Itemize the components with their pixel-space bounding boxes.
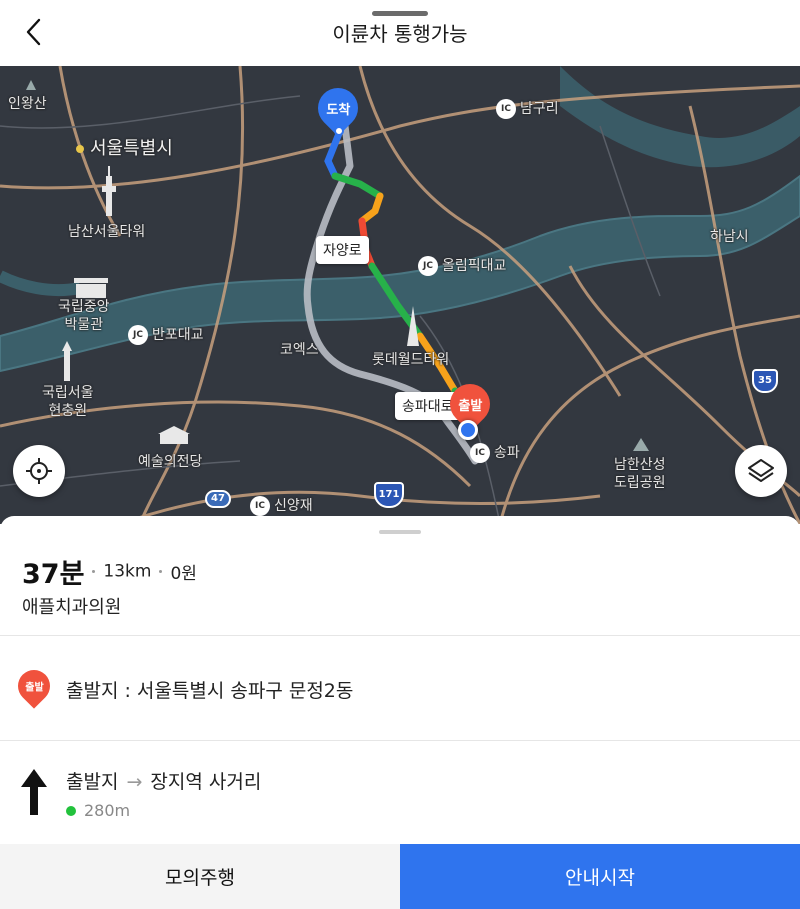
ic-namguri: IC 남구리 — [496, 98, 559, 119]
crosshair-icon — [26, 458, 52, 484]
ic-namguri-text: 남구리 — [520, 101, 559, 117]
label-inwangsan: 인왕산 — [8, 96, 47, 112]
traffic-green-dot — [66, 805, 76, 816]
destination-dot — [334, 126, 344, 136]
label-lotte-tower: 롯데월드타워 — [372, 352, 450, 368]
ic-sinyangjae-text: 신양재 — [274, 498, 313, 514]
start-location-text: 출발지 : 서울특별시 송파구 문정2동 — [66, 680, 354, 702]
label-namsan-tower: 남산서울타워 — [68, 224, 146, 240]
page-title: 이륜차 통행가능 — [332, 22, 468, 46]
toll-fare: 0원 — [170, 564, 197, 584]
label-coex: 코엑스 — [280, 342, 319, 358]
ic-badge: IC — [496, 99, 516, 119]
ic-sinyangjae: IC 신양재 — [250, 495, 313, 516]
separator-dot — [92, 570, 96, 573]
action-buttons: 모의주행 안내시작 — [0, 844, 800, 909]
label-cemetery: 국립서울 현충원 — [42, 385, 94, 419]
jc-badge: JC — [418, 256, 438, 276]
origin-pin-icon-label: 출발 — [24, 682, 44, 694]
header-handle — [372, 11, 428, 16]
label-seoul: 서울특별시 — [76, 134, 173, 160]
route-171-shield: 171 — [374, 482, 404, 508]
navigation-screen: 이륜차 통행가능 인왕산 서울특별시 남산서울타워 국립중앙 박물관 국립서울 … — [0, 0, 800, 909]
jc-badge: JC — [128, 325, 148, 345]
start-location-row[interactable]: 출발 출발지 : 서울특별시 송파구 문정2동 — [0, 636, 800, 740]
origin-pin-label: 출발 — [458, 398, 482, 414]
route-tag-jayang: 자양로 — [316, 236, 369, 264]
layers-button[interactable] — [735, 445, 787, 497]
step-to: 장지역 사거리 — [150, 771, 262, 793]
label-arts-center: 예술의전당 — [138, 454, 203, 470]
route-35-shield: 35 — [752, 369, 778, 393]
ic-badge: IC — [250, 496, 270, 516]
label-hanam: 하남시 — [710, 229, 749, 245]
travel-distance: 13km — [103, 561, 152, 582]
locate-button[interactable] — [13, 445, 65, 497]
label-namhansan: 남한산성 도립공원 — [614, 457, 666, 491]
destination-name: 애플치과의원 — [22, 597, 122, 618]
ic-songpa: IC 송파 — [470, 442, 520, 463]
jc-banpo-text: 반포대교 — [152, 327, 204, 343]
step-description: 출발지 → 장지역 사거리 — [66, 767, 261, 794]
step-distance-text: 280m — [84, 801, 131, 820]
route-sheet: 37분 13km 0원 애플치과의원 출발 출발지 : 서울특별시 송파구 문정2동… — [0, 516, 800, 909]
step-distance: 280m — [66, 801, 130, 820]
start-guidance-button[interactable]: 안내시작 — [400, 844, 800, 909]
label-museum: 국립중앙 박물관 — [58, 299, 110, 333]
travel-time: 37분 — [22, 559, 85, 590]
origin-pin-icon: 출발 — [11, 663, 57, 709]
layers-icon — [748, 459, 774, 482]
seoul-text: 서울특별시 — [90, 138, 173, 159]
jc-olympic-text: 올림픽대교 — [442, 258, 507, 274]
current-location-dot — [458, 420, 478, 440]
arrow-up-icon — [21, 769, 47, 815]
sheet-grip[interactable] — [379, 530, 421, 534]
route-summary: 37분 13km 0원 — [22, 552, 197, 591]
top-header: 이륜차 통행가능 — [0, 0, 800, 66]
arrow-right-icon: → — [126, 771, 143, 793]
guidance-step[interactable]: 출발지 → 장지역 사거리 280m — [0, 741, 800, 844]
ic-songpa-text: 송파 — [494, 445, 520, 461]
route-map[interactable]: 인왕산 서울특별시 남산서울타워 국립중앙 박물관 국립서울 현충원 예술의전당… — [0, 66, 800, 524]
ic-badge: IC — [470, 443, 490, 463]
jc-banpo: JC 반포대교 — [128, 324, 204, 345]
separator-dot — [159, 570, 163, 573]
destination-pin-label: 도착 — [326, 102, 350, 118]
jc-olympic: JC 올림픽대교 — [418, 255, 506, 276]
simulate-drive-button[interactable]: 모의주행 — [0, 844, 400, 909]
route-47-shield: 47 — [205, 490, 231, 508]
step-from: 출발지 — [66, 771, 119, 793]
